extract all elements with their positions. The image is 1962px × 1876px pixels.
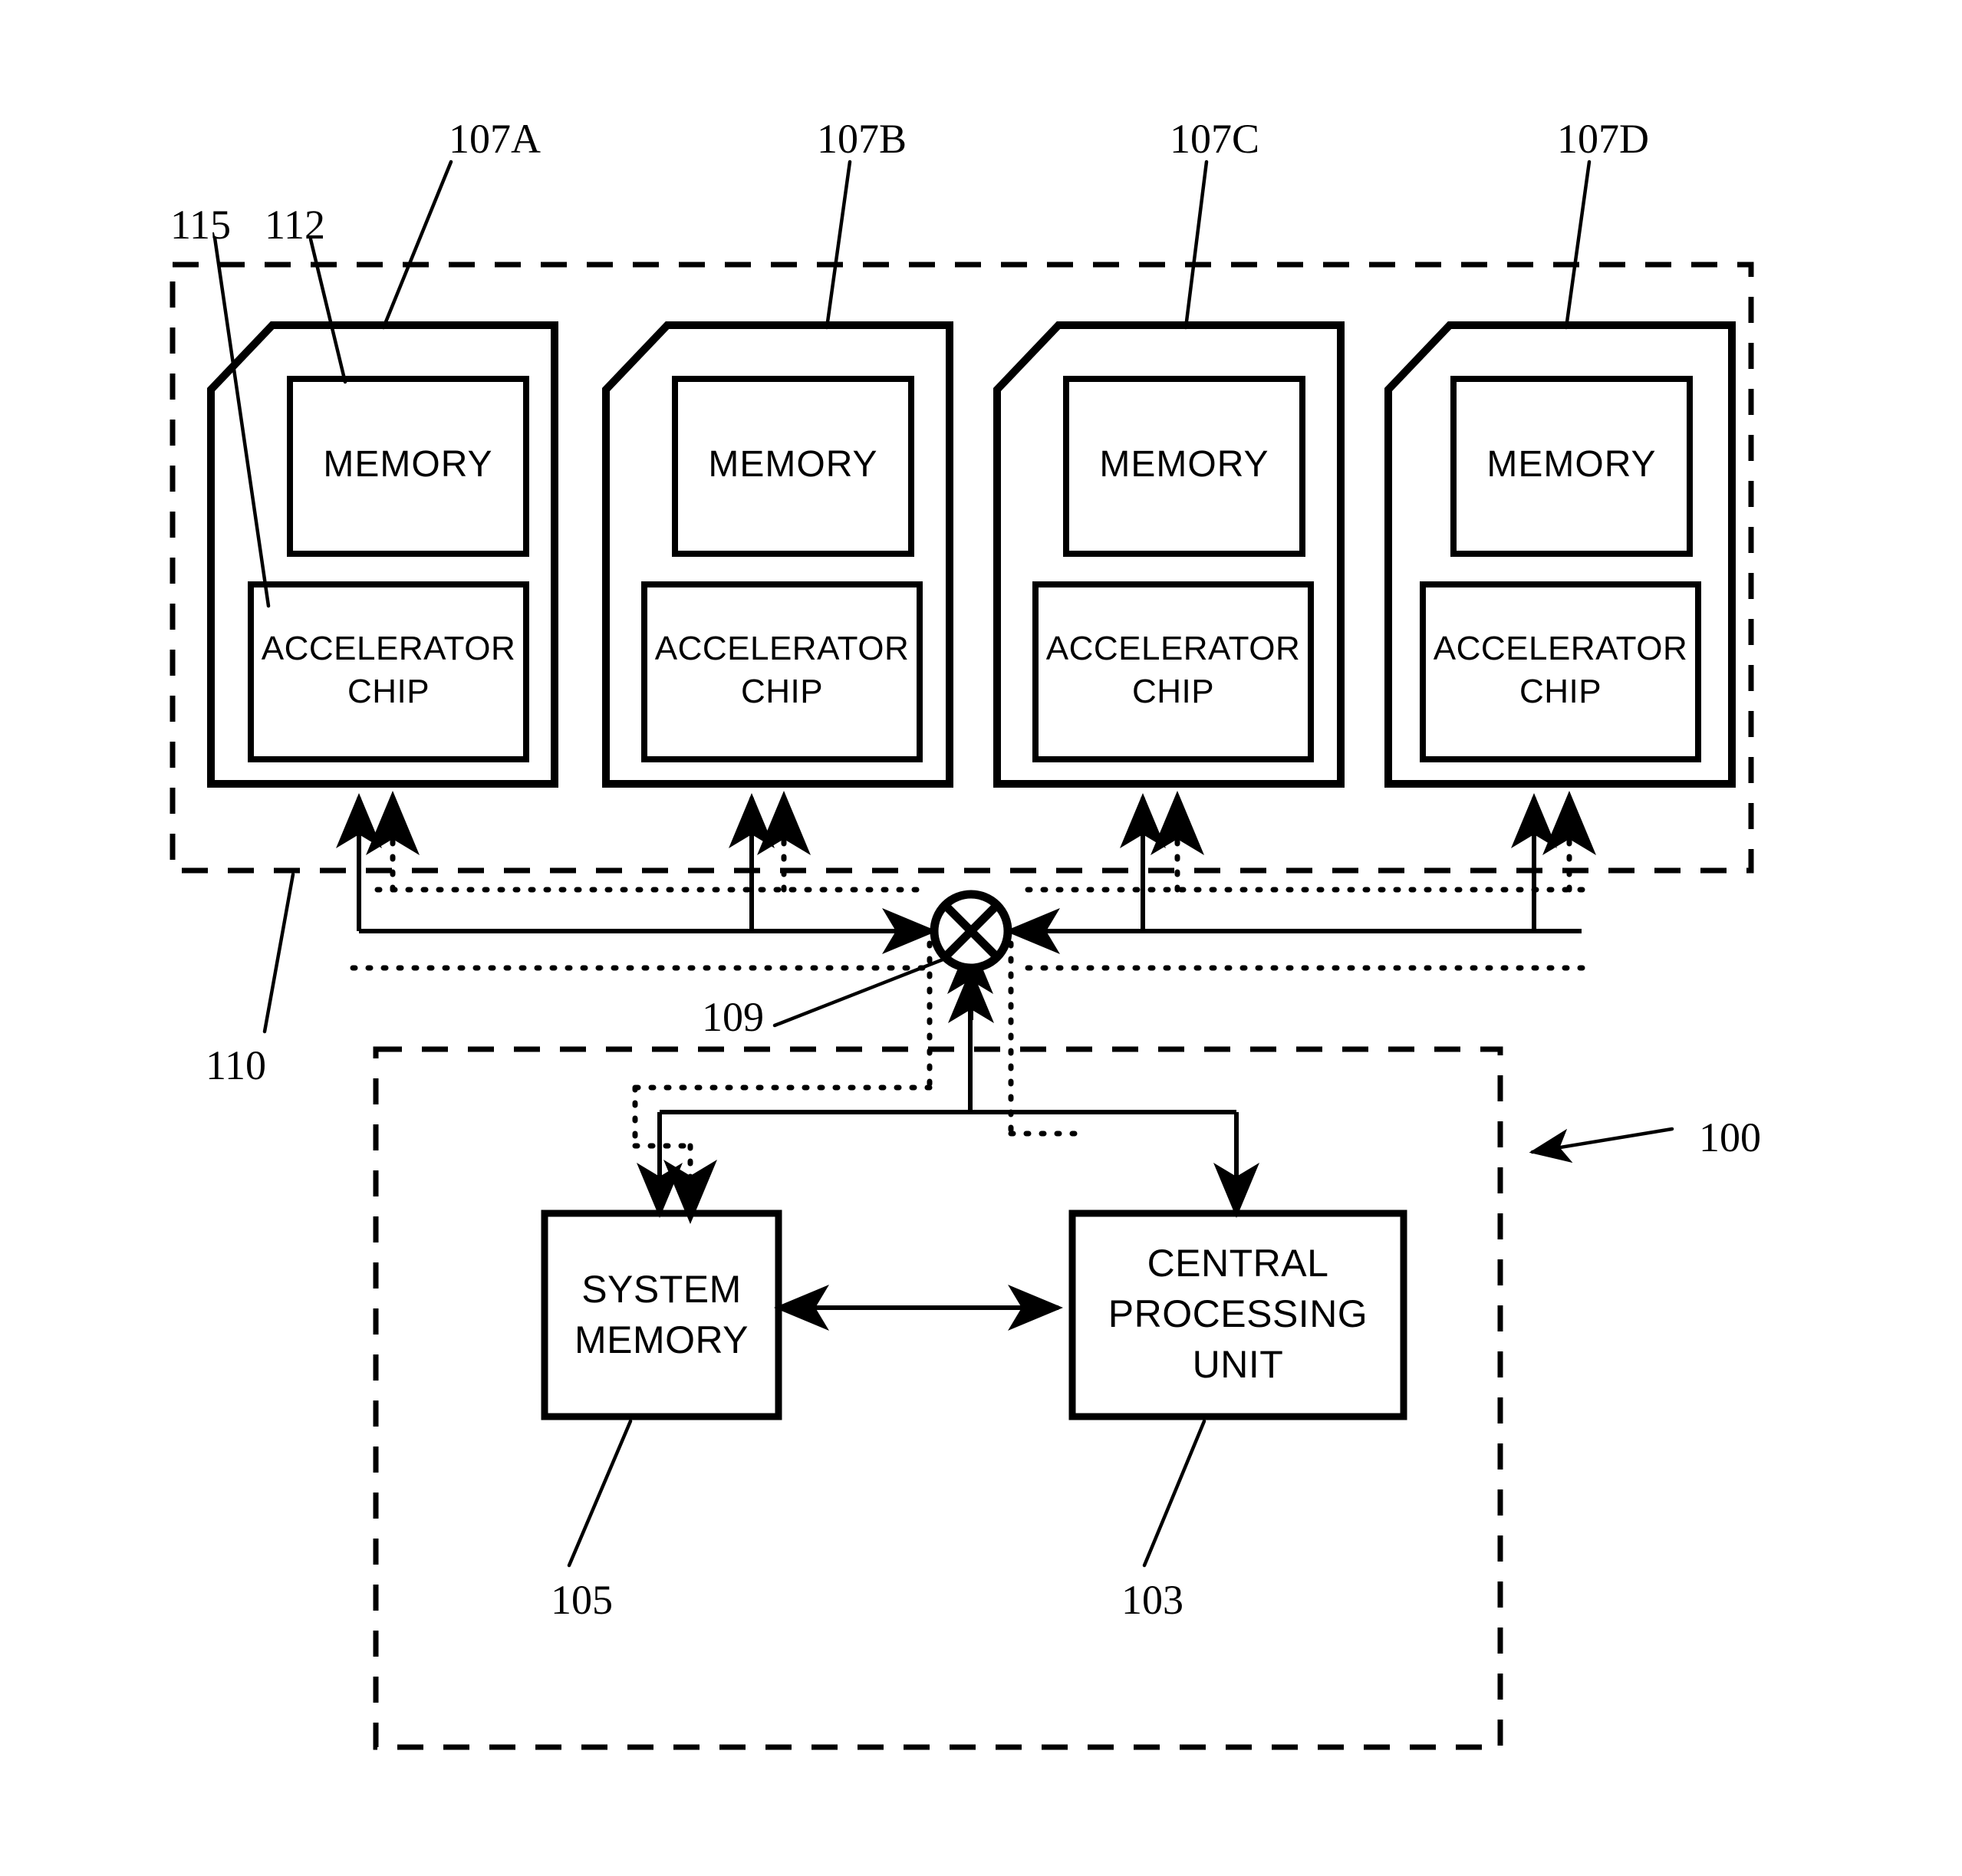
memory-label-107a: MEMORY (323, 444, 493, 485)
ref-103: 103 (1121, 1577, 1183, 1623)
memory-label-107c: MEMORY (1099, 444, 1269, 485)
block-diagram-svg (170, 160, 1754, 1750)
memory-label-107d: MEMORY (1486, 444, 1657, 485)
ref-112: 112 (265, 202, 325, 248)
accelerator-chip-label-line1-107c: ACCELERATOR (1045, 630, 1301, 667)
ref-110: 110 (206, 1042, 266, 1088)
cpu-label-line2: PROCESSING (1108, 1292, 1368, 1335)
accelerator-module-107b[interactable] (602, 321, 953, 788)
accelerator-chip-label-line2-107c: CHIP (1131, 673, 1215, 710)
ref-107a: 107A (449, 116, 541, 162)
cpu-label-line1: CENTRAL (1147, 1242, 1329, 1285)
ref-100: 100 (1699, 1114, 1761, 1160)
accelerator-chip-label-107a: ACCELERATOR CHIP (251, 627, 526, 713)
ref-115: 115 (170, 202, 231, 248)
system-memory-label-line1: SYSTEM (581, 1268, 742, 1311)
accelerator-chip-label-line2-107b: CHIP (740, 673, 824, 710)
ref-109: 109 (702, 994, 764, 1040)
accelerator-chip-label-line2-107d: CHIP (1519, 673, 1602, 710)
cpu-label: CENTRAL PROCESSING UNIT (1072, 1238, 1404, 1390)
accelerator-chip-label-107d: ACCELERATOR CHIP (1423, 627, 1698, 713)
figure-canvas: 107A 107B 107C 107D 115 112 110 109 100 … (0, 0, 1962, 1876)
accelerator-module-107c[interactable] (993, 321, 1345, 788)
system-memory-label-line2: MEMORY (574, 1318, 749, 1361)
system-memory-label: SYSTEM MEMORY (545, 1264, 779, 1365)
memory-label-107b: MEMORY (708, 444, 878, 485)
accelerator-module-107d[interactable] (1384, 321, 1736, 788)
ref-107b: 107B (817, 116, 907, 162)
accelerator-chip-label-line1-107a: ACCELERATOR (261, 630, 516, 667)
cpu-label-line3: UNIT (1192, 1343, 1284, 1386)
accelerator-chip-label-107c: ACCELERATOR CHIP (1035, 627, 1311, 713)
crossbar-switch-109[interactable] (930, 890, 1012, 973)
ref-107c: 107C (1170, 116, 1260, 162)
ref-107d: 107D (1557, 116, 1649, 162)
accelerator-chip-label-line1-107d: ACCELERATOR (1433, 630, 1688, 667)
accelerator-chip-label-line1-107b: ACCELERATOR (654, 630, 910, 667)
ref-105: 105 (551, 1577, 613, 1623)
accelerator-chip-label-107b: ACCELERATOR CHIP (644, 627, 920, 713)
accelerator-chip-label-line2-107a: CHIP (347, 673, 430, 710)
